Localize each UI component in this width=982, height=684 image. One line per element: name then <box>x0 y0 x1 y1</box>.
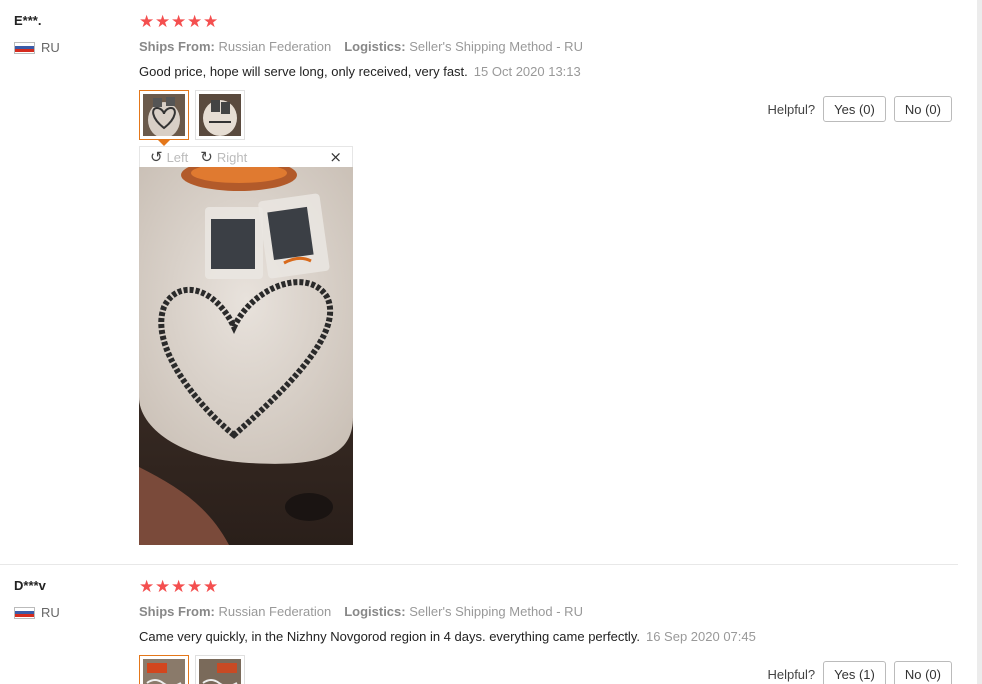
star-rating: ★ ★ ★ ★ ★ <box>139 577 219 597</box>
helpful-no-button[interactable]: No (0) <box>893 96 952 122</box>
country-code: RU <box>41 40 60 55</box>
review-photos <box>139 90 245 146</box>
review-item: E***. RU ★ ★ ★ ★ ★ Ships From: Russian F… <box>0 0 958 565</box>
review-date: 15 Oct 2020 13:13 <box>473 64 581 79</box>
chain-heart-photo <box>139 167 353 545</box>
star-icon: ★ <box>171 577 187 597</box>
rotate-left-icon[interactable]: ↺ <box>150 148 163 166</box>
photo-chainsaw-image <box>143 659 185 684</box>
helpful-yes-button[interactable]: Yes (0) <box>823 96 886 122</box>
review-photos <box>139 655 245 684</box>
star-icon: ★ <box>139 577 155 597</box>
ships-from-label: Ships From: <box>139 39 215 54</box>
page-scrollbar[interactable] <box>977 0 982 684</box>
helpful-yes-button[interactable]: Yes (1) <box>823 661 886 684</box>
review-photo-thumbnail[interactable] <box>139 655 189 684</box>
star-icon: ★ <box>203 12 219 32</box>
ships-from-value: Russian Federation <box>218 604 332 619</box>
review-text: Good price, hope will serve long, only r… <box>139 64 468 79</box>
logistics-label: Logistics: <box>344 604 406 619</box>
reviewer-name: E***. <box>14 13 42 28</box>
star-icon: ★ <box>171 12 187 32</box>
logistics-value: Seller's Shipping Method - RU <box>409 604 583 619</box>
helpful-label: Helpful? <box>767 666 816 682</box>
shipping-info: Ships From: Russian Federation Logistics… <box>139 39 583 54</box>
helpful-votes: Helpful? Yes (1) No (0) <box>767 661 952 684</box>
review-photo-thumbnail[interactable] <box>195 90 245 140</box>
review-photo-thumbnail[interactable] <box>139 90 189 146</box>
star-icon: ★ <box>155 577 171 597</box>
reviewer-name: D***v <box>14 578 46 593</box>
close-icon[interactable]: × <box>329 148 342 166</box>
star-icon: ★ <box>187 12 203 32</box>
shipping-info: Ships From: Russian Federation Logistics… <box>139 604 583 619</box>
review-content: Came very quickly, in the Nizhny Novgoro… <box>139 629 756 644</box>
review-item: D***v RU ★ ★ ★ ★ ★ Ships From: Russian F… <box>0 565 958 684</box>
star-icon: ★ <box>139 12 155 32</box>
star-icon: ★ <box>187 577 203 597</box>
star-icon: ★ <box>155 12 171 32</box>
helpful-votes: Helpful? Yes (0) No (0) <box>767 96 952 122</box>
review-date: 16 Sep 2020 07:45 <box>645 629 756 644</box>
helpful-no-button[interactable]: No (0) <box>893 661 952 684</box>
russia-flag-icon <box>14 41 35 54</box>
review-photo-thumbnail[interactable] <box>195 655 245 684</box>
star-icon: ★ <box>203 577 219 597</box>
enlarged-review-photo <box>139 167 353 545</box>
star-rating: ★ ★ ★ ★ ★ <box>139 12 219 32</box>
rotate-right-icon[interactable]: ↻ <box>200 148 213 166</box>
photo-chain-heart-image <box>143 94 185 138</box>
country-code: RU <box>41 605 60 620</box>
image-viewer-toolbar: ↺ Left ↻ Right × <box>139 146 353 167</box>
reviewer-country: RU <box>14 605 60 620</box>
ships-from-value: Russian Federation <box>218 39 332 54</box>
rotate-left-label[interactable]: Left <box>167 150 189 165</box>
helpful-label: Helpful? <box>767 101 816 117</box>
photo-chain-pack-image <box>199 94 241 136</box>
ships-from-label: Ships From: <box>139 604 215 619</box>
review-content: Good price, hope will serve long, only r… <box>139 64 581 79</box>
rotate-right-label[interactable]: Right <box>217 150 247 165</box>
reviewer-country: RU <box>14 40 60 55</box>
photo-chainsaw-image <box>199 659 241 684</box>
review-text: Came very quickly, in the Nizhny Novgoro… <box>139 629 640 644</box>
russia-flag-icon <box>14 606 35 619</box>
logistics-value: Seller's Shipping Method - RU <box>409 39 583 54</box>
logistics-label: Logistics: <box>344 39 406 54</box>
